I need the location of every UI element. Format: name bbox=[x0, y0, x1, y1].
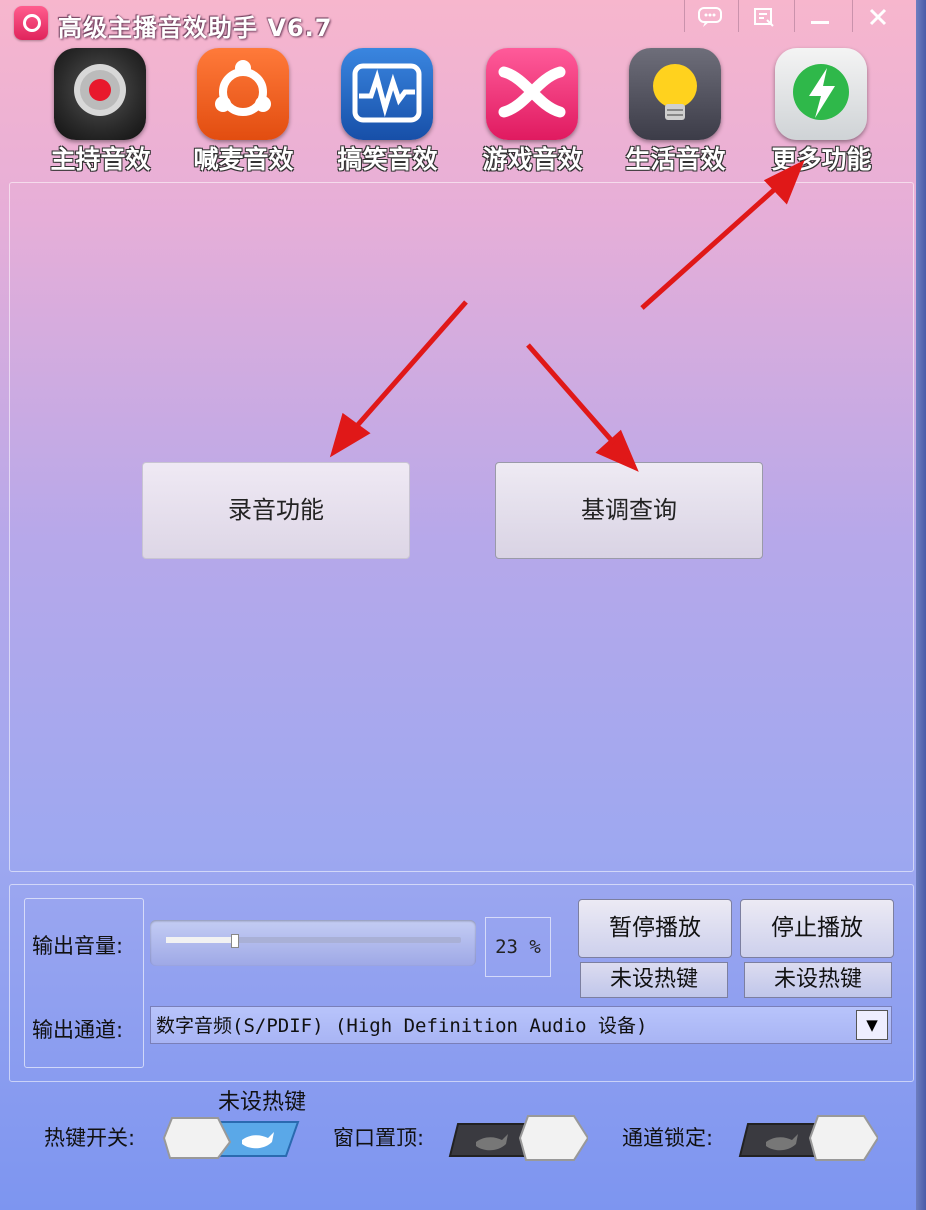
stop-hotkey[interactable]: 未设热键 bbox=[744, 962, 892, 998]
volume-fill bbox=[166, 937, 234, 943]
volume-thumb[interactable] bbox=[231, 934, 239, 948]
hotkey-toggle[interactable] bbox=[160, 1108, 300, 1168]
app-window: 高级主播音效助手 V6.7 主持音效 喊麦音效 搞笑音效 游戏音效 生活音效 更… bbox=[0, 0, 916, 1210]
volume-label: 输出音量: bbox=[32, 934, 124, 958]
volume-value: 23 % bbox=[485, 917, 551, 977]
channel-lock-toggle[interactable] bbox=[738, 1108, 878, 1168]
channel-lock-label: 通道锁定: bbox=[622, 1126, 714, 1150]
output-channel-value: 数字音频(S/PDIF) (High Definition Audio 设备) bbox=[156, 1015, 648, 1037]
output-channel-select[interactable]: 数字音频(S/PDIF) (High Definition Audio 设备) … bbox=[150, 1006, 892, 1044]
pause-hotkey[interactable]: 未设热键 bbox=[580, 962, 728, 998]
stop-button[interactable]: 停止播放 bbox=[740, 899, 894, 958]
volume-slider[interactable] bbox=[150, 920, 476, 966]
window-edge bbox=[916, 0, 926, 1210]
volume-track bbox=[166, 934, 461, 948]
hotkey-switch-label: 热键开关: bbox=[44, 1126, 136, 1150]
channel-label: 输出通道: bbox=[32, 1018, 124, 1042]
window-topmost-label: 窗口置顶: bbox=[333, 1126, 425, 1150]
pause-button[interactable]: 暂停播放 bbox=[578, 899, 732, 958]
topmost-toggle[interactable] bbox=[448, 1108, 588, 1168]
dropdown-arrow-icon[interactable]: ▼ bbox=[856, 1010, 888, 1040]
